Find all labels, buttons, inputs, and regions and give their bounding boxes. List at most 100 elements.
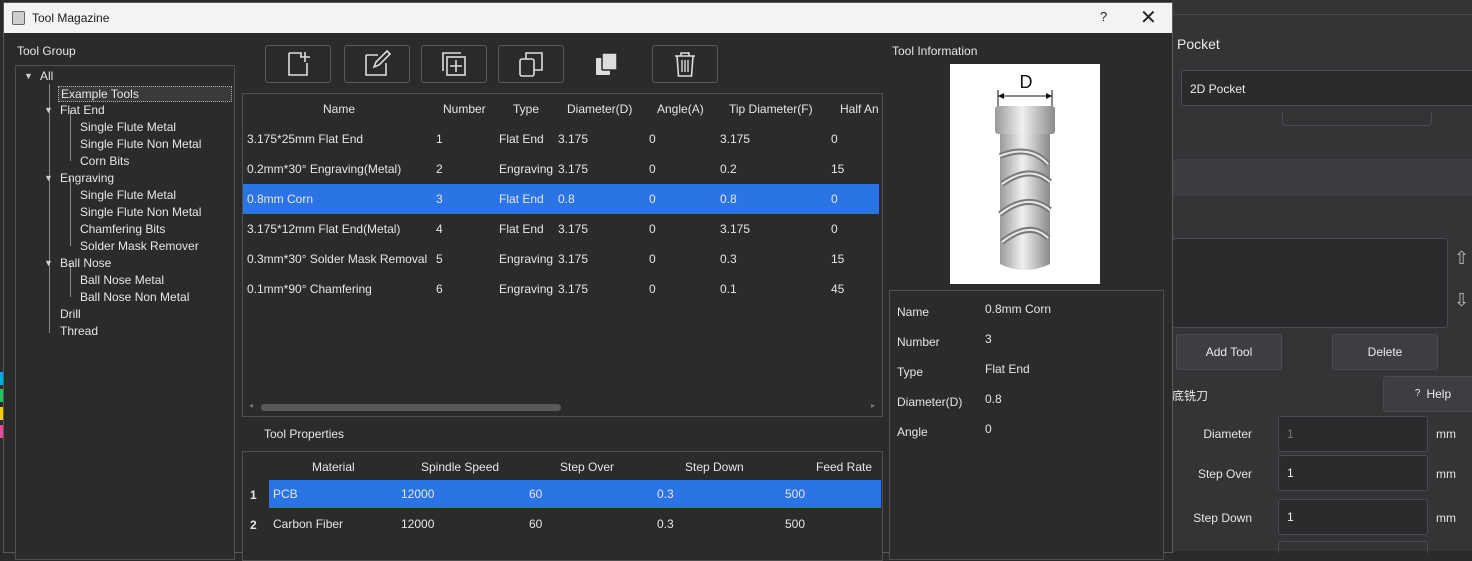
column-header-step-over[interactable]: Step Over <box>560 460 614 474</box>
delete-tool-button[interactable] <box>652 45 718 83</box>
table-cell: 3.175 <box>558 132 589 146</box>
expand-arrow-icon[interactable]: ▼ <box>44 258 53 268</box>
trash-icon <box>675 52 695 77</box>
copy-icon <box>519 52 543 77</box>
tool-properties-table[interactable]: Material Spindle Speed Step Over Step Do… <box>242 451 883 561</box>
move-down-icon[interactable]: ⇩ <box>1454 290 1469 311</box>
section-header <box>1172 159 1472 196</box>
table-cell: 0.1mm*90° Chamfering <box>247 282 372 296</box>
column-header-name[interactable]: Name <box>323 102 355 116</box>
table-cell: 500 <box>785 487 806 501</box>
table-cell: 500 <box>785 517 806 531</box>
scroll-right-icon[interactable]: ▸ <box>871 401 875 410</box>
table-cell: 4 <box>436 222 443 236</box>
close-icon[interactable]: ✕ <box>1140 5 1157 30</box>
column-header-diameter[interactable]: Diameter(D) <box>567 102 632 116</box>
tree-node-example-tools[interactable]: Example Tools <box>58 86 232 102</box>
column-header-half-angle[interactable]: Half An <box>840 102 879 116</box>
table-cell: 3.175 <box>720 222 751 236</box>
pocket-mode-select[interactable]: 2D Pocket <box>1181 70 1472 106</box>
column-header-feed-rate[interactable]: Feed Rate <box>816 460 872 474</box>
duplicate-tool-button[interactable] <box>421 45 487 83</box>
info-number-label: Number <box>897 335 940 349</box>
expand-arrow-icon[interactable]: ▼ <box>44 105 53 115</box>
tree-node-flat-end[interactable]: Flat End <box>60 103 105 117</box>
tool-properties-label: Tool Properties <box>264 427 345 441</box>
table-cell: 0.8 <box>720 192 737 206</box>
tree-node-ball-nose-metal[interactable]: Ball Nose Metal <box>80 273 164 287</box>
diameter-input[interactable] <box>1278 416 1428 452</box>
tree-node-drill[interactable]: Drill <box>60 307 81 321</box>
tools-table[interactable]: Name Number Type Diameter(D) Angle(A) Ti… <box>242 93 883 417</box>
add-tool-button[interactable]: Add Tool <box>1176 334 1282 370</box>
table-cell: 0 <box>649 282 656 296</box>
copy-tool-button[interactable] <box>498 45 564 83</box>
horizontal-scrollbar[interactable] <box>261 404 561 411</box>
paste-tool-button[interactable] <box>574 45 640 83</box>
tree-node-ball-nose-non-metal[interactable]: Ball Nose Non Metal <box>80 290 189 304</box>
tree-node-engraving[interactable]: Engraving <box>60 171 114 185</box>
step-down-input[interactable] <box>1278 499 1428 535</box>
tree-node-corn-bits[interactable]: Corn Bits <box>80 154 129 168</box>
tool-group-tree[interactable]: ▼ All Example Tools ▼ Flat End Single Fl… <box>15 65 235 560</box>
tool-list-box[interactable] <box>1172 238 1448 328</box>
expand-arrow-icon[interactable]: ▼ <box>44 173 53 183</box>
tree-node-thread[interactable]: Thread <box>60 324 98 338</box>
column-header-type[interactable]: Type <box>513 102 539 116</box>
table-row[interactable]: 0.8mm Corn 3 Flat End 0.8 0 0.8 0 <box>243 184 879 214</box>
edit-tool-button[interactable] <box>344 45 410 83</box>
step-over-unit: mm <box>1436 467 1456 481</box>
next-input[interactable] <box>1278 541 1428 553</box>
table-cell: 3.175 <box>558 162 589 176</box>
table-cell: 0.3mm*30° Solder Mask Removal <box>247 252 428 266</box>
column-header-number[interactable]: Number <box>443 102 486 116</box>
column-header-spindle-speed[interactable]: Spindle Speed <box>421 460 499 474</box>
table-row[interactable]: PCB 12000 60 0.3 500 <box>269 480 881 508</box>
column-header-step-down[interactable]: Step Down <box>685 460 744 474</box>
table-cell: 0 <box>649 222 656 236</box>
tree-node-ball-nose[interactable]: Ball Nose <box>60 256 111 270</box>
scroll-left-icon[interactable]: ◂ <box>249 401 253 410</box>
tool-magazine-dialog: Tool Magazine ? ✕ Tool Group ▼ All Examp… <box>3 2 1173 561</box>
table-cell: 3.175 <box>558 252 589 266</box>
tree-node-single-flute-non-metal[interactable]: Single Flute Non Metal <box>80 205 201 219</box>
column-header-tip-diameter[interactable]: Tip Diameter(F) <box>729 102 813 116</box>
tree-node-all[interactable]: All <box>40 69 53 83</box>
table-cell: Flat End <box>499 192 544 206</box>
info-type-label: Type <box>897 365 924 379</box>
title-bar[interactable]: Tool Magazine ? ✕ <box>4 3 1172 33</box>
divider <box>1172 14 1472 15</box>
diameter-label: D <box>1020 72 1033 92</box>
tool-label: 底铣刀 <box>1172 389 1209 403</box>
tree-node-single-flute-metal[interactable]: Single Flute Metal <box>80 188 176 202</box>
column-header-material[interactable]: Material <box>312 460 355 474</box>
table-cell: 0.3 <box>720 252 737 266</box>
delete-button[interactable]: Delete <box>1332 334 1438 370</box>
table-cell: Engraving <box>499 162 554 176</box>
tree-node-solder-mask-remover[interactable]: Solder Mask Remover <box>80 239 199 253</box>
table-cell: 6 <box>436 282 443 296</box>
new-tool-button[interactable] <box>265 45 331 83</box>
info-diameter-label: Diameter(D) <box>897 395 963 409</box>
help-icon: ? <box>1414 388 1421 399</box>
column-header-angle[interactable]: Angle(A) <box>657 102 704 116</box>
expand-arrow-icon[interactable]: ▼ <box>24 71 33 81</box>
table-cell: 0.3 <box>657 487 674 501</box>
table-row[interactable]: 0.2mm*30° Engraving(Metal) 2 Engraving 3.17… <box>243 154 879 184</box>
table-cell: 0.1 <box>720 282 737 296</box>
tree-node-single-flute-non-metal[interactable]: Single Flute Non Metal <box>80 137 201 151</box>
table-row[interactable]: 3.175*12mm Flat End(Metal) 4 Flat End 3.175… <box>243 214 879 244</box>
move-up-icon[interactable]: ⇧ <box>1454 248 1469 269</box>
table-row[interactable]: 0.1mm*90° Chamfering 6 Engraving 3.175 0 0.1 4… <box>243 274 879 304</box>
table-row[interactable]: 3.175*25mm Flat End 1 Flat End 3.175 0 3.175 0 <box>243 124 879 154</box>
tree-node-single-flute-metal[interactable]: Single Flute Metal <box>80 120 176 134</box>
step-over-input[interactable] <box>1278 455 1428 491</box>
info-angle-label: Angle <box>897 425 928 439</box>
help-button[interactable]: ? <box>1100 9 1107 24</box>
tree-node-chamfering-bits[interactable]: Chamfering Bits <box>80 222 165 236</box>
table-row[interactable]: Carbon Fiber 12000 60 0.3 500 <box>269 510 881 538</box>
table-cell: 0 <box>831 132 838 146</box>
table-cell: 3.175 <box>720 132 751 146</box>
help-button[interactable]: ? Help <box>1383 376 1472 412</box>
table-row[interactable]: 0.3mm*30° Solder Mask Removal 5 Engraving 3… <box>243 244 879 274</box>
